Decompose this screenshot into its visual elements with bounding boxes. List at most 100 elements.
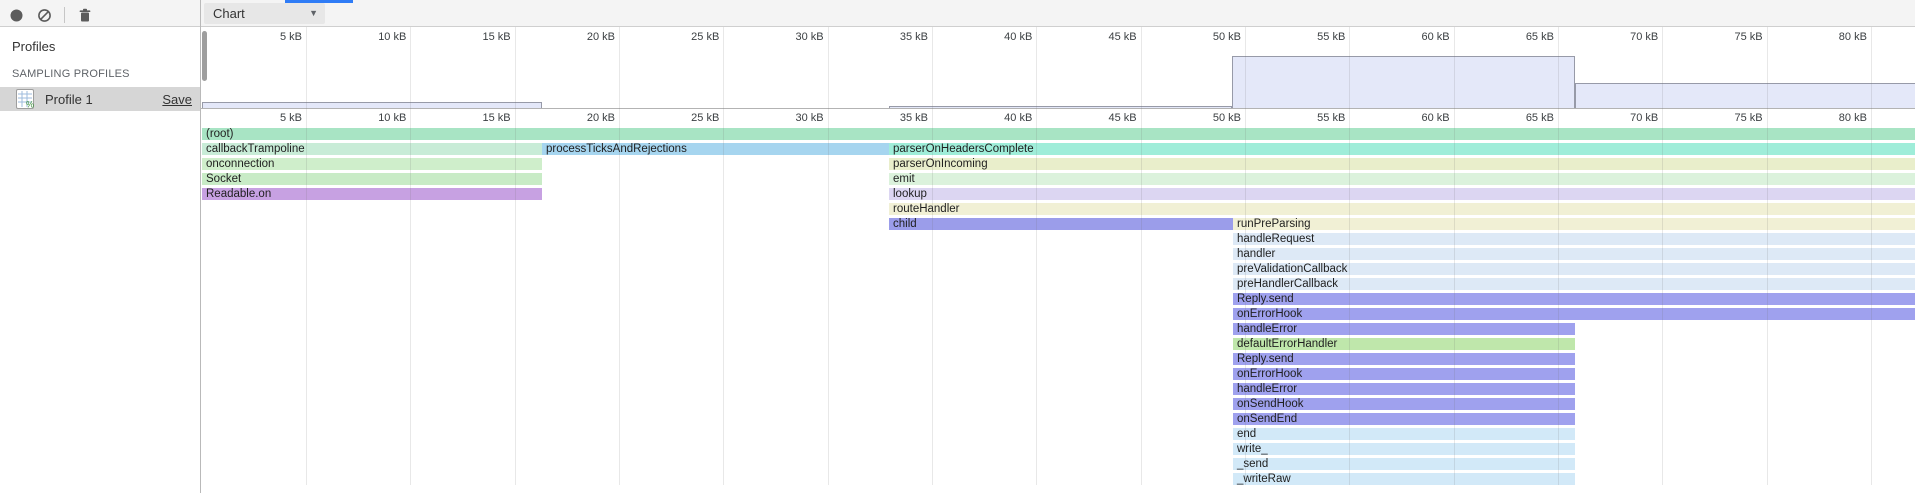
flame-frame[interactable]: Readable.on	[202, 188, 542, 200]
trash-icon	[78, 8, 92, 23]
axis-tick-label: 70 kB	[1582, 31, 1658, 43]
record-button[interactable]	[8, 7, 24, 23]
axis-tick-label: 35 kB	[852, 31, 928, 43]
flame-frame[interactable]: emit	[889, 173, 1915, 185]
clear-icon	[37, 8, 52, 23]
flame-frame[interactable]: preHandlerCallback	[1233, 278, 1915, 290]
grid-line	[1558, 27, 1559, 485]
view-mode-dropdown[interactable]: Chart ▼	[204, 3, 325, 24]
grid-line	[1141, 27, 1142, 485]
axis-tick-label: 40 kB	[956, 31, 1032, 43]
grid-line	[1245, 27, 1246, 485]
axis-tick-label: 80 kB	[1791, 112, 1867, 124]
grid-line	[1454, 27, 1455, 485]
axis-tick-label: 15 kB	[435, 31, 511, 43]
axis-tick-label: 5 kB	[226, 31, 302, 43]
flame-frame[interactable]: handler	[1233, 248, 1915, 260]
flame-frame[interactable]: write_	[1233, 443, 1575, 455]
profile-list-item[interactable]: % Profile 1 Save	[0, 87, 200, 111]
flame-frame[interactable]: _writeRaw	[1233, 473, 1575, 485]
flame-frame[interactable]: lookup	[889, 188, 1915, 200]
axis-tick-label: 45 kB	[1061, 31, 1137, 43]
flame-frame[interactable]: (root)	[202, 128, 1915, 140]
toolbar-separator	[64, 7, 65, 23]
grid-line	[306, 27, 307, 485]
grid-line	[1036, 27, 1037, 485]
flame-frame[interactable]: routeHandler	[889, 203, 1915, 215]
flame-frame[interactable]: Socket	[202, 173, 542, 185]
flame-frame[interactable]: end	[1233, 428, 1575, 440]
axis-tick-label: 30 kB	[748, 31, 824, 43]
grid-line	[723, 27, 724, 485]
grid-line	[1349, 27, 1350, 485]
flame-frame[interactable]: parserOnHeadersComplete	[889, 143, 1915, 155]
profile-name: Profile 1	[45, 92, 162, 107]
grid-line	[932, 27, 933, 485]
axis-tick-label: 30 kB	[748, 112, 824, 124]
axis-tick-label: 40 kB	[956, 112, 1032, 124]
flame-frame[interactable]: handleError	[1233, 383, 1575, 395]
axis-tick-label: 45 kB	[1061, 112, 1137, 124]
delete-profile-button[interactable]	[77, 7, 93, 23]
flame-frame[interactable]: onErrorHook	[1233, 368, 1575, 380]
vertical-scrollbar-thumb[interactable]	[202, 31, 207, 81]
view-mode-value: Chart	[213, 6, 245, 21]
axis-tick-label: 60 kB	[1374, 112, 1450, 124]
grid-line	[1871, 27, 1872, 485]
chart-pane: 5 kB 5 kB 10 kB 10 kB 15 kB 15 kB 20 kB 20 kB 25…	[201, 27, 1915, 493]
axis-tick-label: 35 kB	[852, 112, 928, 124]
axis-tick-label: 25 kB	[643, 112, 719, 124]
flame-frame[interactable]: handleError	[1233, 323, 1575, 335]
heap-profile-icon: %	[14, 88, 36, 110]
axis-tick-label: 60 kB	[1374, 31, 1450, 43]
axis-tick-label: 20 kB	[539, 112, 615, 124]
axis-tick-label: 65 kB	[1478, 31, 1554, 43]
overview-baseline	[201, 108, 1915, 109]
axis-tick-label: 50 kB	[1165, 112, 1241, 124]
toolbar: Chart ▼	[0, 0, 1915, 27]
record-icon	[9, 8, 24, 23]
axis-tick-label: 10 kB	[330, 112, 406, 124]
flame-frame[interactable]: handleRequest	[1233, 233, 1915, 245]
axis-tick-label: 55 kB	[1269, 31, 1345, 43]
axis-tick-label: 75 kB	[1687, 31, 1763, 43]
sampling-profiles-section-title: SAMPLING PROFILES	[0, 54, 200, 80]
flame-frame[interactable]: Reply.send	[1233, 293, 1915, 305]
axis-tick-label: 65 kB	[1478, 112, 1554, 124]
save-profile-link[interactable]: Save	[162, 92, 192, 107]
flame-frame[interactable]: onSendHook	[1233, 398, 1575, 410]
flame-frame[interactable]: runPreParsing	[1233, 218, 1915, 230]
flame-frame[interactable]: defaultErrorHandler	[1233, 338, 1575, 350]
flame-frame[interactable]: callbackTrampoline	[202, 143, 542, 155]
profiles-sidebar: Profiles SAMPLING PROFILES % Profile 1 S…	[0, 27, 200, 493]
grid-line	[1662, 27, 1663, 485]
axis-tick-label: 50 kB	[1165, 31, 1241, 43]
devtools-memory-panel: Chart ▼ Profiles SAMPLING PROFILES % Pro…	[0, 0, 1915, 493]
axis-tick-label: 55 kB	[1269, 112, 1345, 124]
flame-frame[interactable]: child	[889, 218, 1233, 230]
flame-frame[interactable]: onconnection	[202, 158, 542, 170]
flame-frame[interactable]: onSendEnd	[1233, 413, 1575, 425]
axis-tick-label: 5 kB	[226, 112, 302, 124]
sidebar-heading: Profiles	[0, 27, 200, 54]
axis-tick-label: 75 kB	[1687, 112, 1763, 124]
axis-tick-label: 25 kB	[643, 31, 719, 43]
clear-all-button[interactable]	[36, 7, 52, 23]
svg-text:%: %	[26, 100, 34, 110]
overview-segment	[1575, 83, 1915, 108]
axis-tick-label: 10 kB	[330, 31, 406, 43]
flame-frame[interactable]: preValidationCallback	[1233, 263, 1915, 275]
axis-tick-label: 15 kB	[435, 112, 511, 124]
flame-frame[interactable]: processTicksAndRejections	[542, 143, 889, 155]
flame-frame[interactable]: onErrorHook	[1233, 308, 1915, 320]
grid-line	[515, 27, 516, 485]
flame-frame[interactable]: _send	[1233, 458, 1575, 470]
axis-tick-label: 20 kB	[539, 31, 615, 43]
grid-line	[410, 27, 411, 485]
flame-frame[interactable]: parserOnIncoming	[889, 158, 1915, 170]
grid-line	[1767, 27, 1768, 485]
grid-line	[619, 27, 620, 485]
axis-tick-label: 70 kB	[1582, 112, 1658, 124]
axis-tick-label: 80 kB	[1791, 31, 1867, 43]
flame-frame[interactable]: Reply.send	[1233, 353, 1575, 365]
